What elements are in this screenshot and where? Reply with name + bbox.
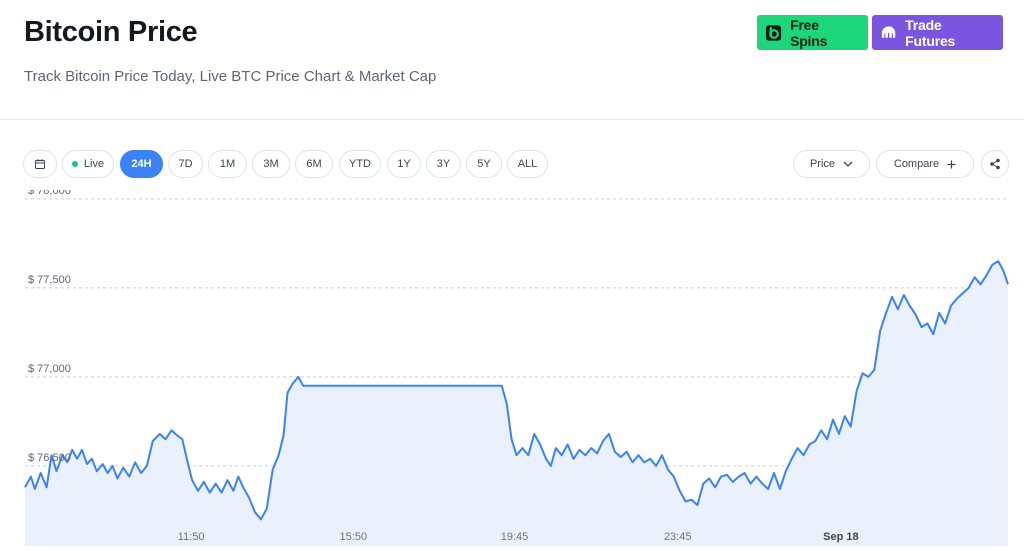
price-area-fill [25,261,1008,546]
range-tab-5y[interactable]: 5Y [466,150,502,178]
bc-logo-icon [765,24,782,41]
page-subtitle: Track Bitcoin Price Today, Live BTC Pric… [24,68,437,85]
range-tab-24h[interactable]: 24H [120,150,163,178]
price-chart: $ 78,000 $ 77,500 $ 77,000 $ 76,500 11:50 15… [24,190,1009,546]
trade-futures-label: Trade Futures [905,16,956,49]
y-tick-label: $ 78,000 [28,190,71,197]
range-tab-3m[interactable]: 3M [252,150,290,178]
live-label: Live [83,158,105,170]
x-tick-label: 23:45 [664,531,692,543]
range-tab-6m[interactable]: 6M [295,150,333,178]
range-tab-all[interactable]: ALL [507,150,548,178]
compare-label: Compare [893,158,940,170]
free-spins-button[interactable]: Free Spins [757,15,868,50]
compare-button[interactable]: Compare [876,150,974,178]
x-tick-label: Sep 18 [823,531,858,543]
y-tick-label: $ 77,000 [28,363,71,375]
trade-futures-button[interactable]: Trade Futures [872,15,1003,50]
x-tick-label: 15:50 [340,531,368,543]
price-dropdown[interactable]: Price [793,150,870,178]
plus-icon [947,160,956,168]
share-icon [990,158,1000,170]
calendar-button[interactable] [23,150,57,178]
kraken-logo-icon [881,25,896,38]
range-tab-3y[interactable]: 3Y [426,150,461,178]
y-tick-label: $ 76,500 [28,452,71,464]
page-header: Bitcoin Price Track Bitcoin Price Today,… [0,0,1024,120]
free-spins-label: Free Spins [790,16,828,49]
x-tick-label: 19:45 [501,531,529,543]
y-tick-label: $ 77,500 [28,274,71,286]
live-indicator-dot [71,161,78,167]
range-tab-1y[interactable]: 1Y [387,150,421,178]
price-dropdown-label: Price [809,158,836,170]
y-axis-ticks: $ 78,000 $ 77,500 $ 77,000 $ 76,500 [28,190,71,464]
live-button[interactable]: Live [62,150,114,178]
range-tab-7d[interactable]: 7D [168,150,203,178]
share-button[interactable] [981,150,1009,178]
range-tab-ytd[interactable]: YTD [339,150,381,178]
chart-toolbar: Live 24H 7D 1M 3M 6M YTD 1Y 3Y 5Y ALL Pr… [0,150,1024,180]
calendar-icon [35,159,45,169]
x-tick-label: 11:50 [178,531,205,543]
range-tab-1m[interactable]: 1M [208,150,247,178]
chevron-down-icon [843,161,853,167]
page-title: Bitcoin Price [24,16,198,48]
